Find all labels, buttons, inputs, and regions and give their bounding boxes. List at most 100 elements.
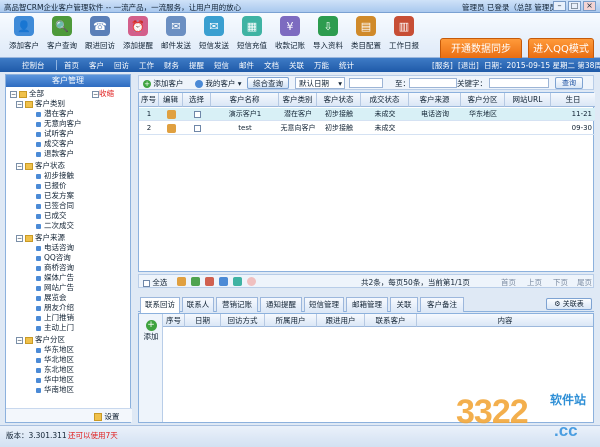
tree-group-source[interactable]: − 客户来源 [16, 233, 65, 243]
tab-sms[interactable]: 短信管理 [304, 297, 344, 312]
toolbar-recharge-button[interactable]: ▦ 短信充值 [232, 16, 272, 56]
search-button[interactable]: 查询 [555, 77, 583, 89]
table-row[interactable]: 2 test 无意向客户 初步接触 未成交 09-30 [139, 122, 595, 135]
tree-item[interactable]: 网站广告 [36, 283, 74, 293]
tree-item[interactable]: 华东地区 [36, 345, 74, 355]
tree-item[interactable]: 华南地区 [36, 385, 74, 395]
toolbar-mail-button[interactable]: ✉ 邮件发送 [156, 16, 196, 56]
nav-finance[interactable]: 财务 [164, 60, 179, 71]
select-all-checkbox[interactable]: 全选 [143, 277, 167, 288]
toolbar-daily-report-button[interactable]: ▥ 工作日报 [384, 16, 424, 56]
service-link[interactable]: [服务] [432, 60, 453, 71]
nav-customer[interactable]: 客户 [89, 60, 104, 71]
tree-group-region[interactable]: − 客户分区 [16, 335, 65, 345]
nav-link[interactable]: 关联 [289, 60, 304, 71]
row-checkbox[interactable] [183, 122, 211, 135]
sync-data-button[interactable]: 开通数据同步 [440, 38, 522, 60]
date-from-input[interactable] [349, 78, 383, 88]
tree-item[interactable]: 成交客户 [36, 139, 74, 149]
collapse-toggle-icon[interactable]: − [10, 90, 17, 98]
close-button[interactable]: × [583, 1, 596, 11]
column-header[interactable]: 回访方式 [221, 314, 265, 327]
column-header[interactable]: 编辑 [159, 93, 183, 107]
tree-item[interactable]: 朋友介绍 [36, 303, 74, 313]
tree-item[interactable]: 试听客户 [36, 129, 74, 139]
nav-stats[interactable]: 统计 [339, 60, 354, 71]
column-header[interactable]: 日期 [185, 314, 221, 327]
settings-button[interactable]: 设置 [94, 411, 119, 422]
column-header[interactable]: 网站URL [505, 93, 551, 107]
row-checkbox[interactable] [183, 108, 211, 121]
my-customers-dropdown[interactable]: 我的客户 ▾ [195, 78, 242, 89]
tree-item[interactable]: 已报价 [36, 181, 67, 191]
batch-mail-icon[interactable] [219, 277, 228, 286]
favorite-icon[interactable] [247, 277, 256, 286]
last-page-link[interactable]: 尾页 [577, 277, 592, 288]
collapse-toggle-icon[interactable]: − [16, 336, 23, 344]
date-to-input[interactable] [409, 78, 457, 88]
tab-link[interactable]: 关联 [390, 297, 418, 312]
edit-icon[interactable] [159, 122, 183, 135]
toolbar-payment-button[interactable]: ¥ 收款记账 [270, 16, 310, 56]
edit-icon[interactable] [159, 108, 183, 121]
tree-item[interactable]: 已签合同 [36, 201, 74, 211]
column-header[interactable]: 联系客户 [365, 314, 417, 327]
tree-item[interactable]: 已发方案 [36, 191, 74, 201]
tree-item[interactable]: 电话咨询 [36, 243, 74, 253]
nav-console[interactable]: 控制台 [22, 60, 45, 71]
prev-page-link[interactable]: 上页 [527, 277, 542, 288]
first-page-link[interactable]: 首页 [501, 277, 516, 288]
collapse-toggle-icon[interactable]: − [16, 162, 23, 170]
batch-delete-icon[interactable] [205, 277, 214, 286]
batch-transfer-icon[interactable] [191, 277, 200, 286]
collapse-button[interactable]: −收缩 [92, 89, 114, 99]
tree-item[interactable]: 二次成交 [36, 221, 74, 231]
tab-remark[interactable]: 客户备注 [420, 297, 464, 312]
tree-item[interactable]: 上门推销 [36, 313, 74, 323]
tree-item[interactable]: QQ咨询 [36, 253, 71, 263]
tree-item[interactable]: 华北地区 [36, 355, 74, 365]
toolbar-customer-search-button[interactable]: 🔍 客户查询 [42, 16, 82, 56]
tree-item[interactable]: 媒体广告 [36, 273, 74, 283]
tree-item[interactable]: 潜在客户 [36, 109, 74, 119]
tab-contact-followup[interactable]: 联系回访 [140, 297, 180, 313]
tree-item[interactable]: 东北地区 [36, 365, 74, 375]
nav-docs[interactable]: 文档 [264, 60, 279, 71]
tree-item[interactable]: 展览会 [36, 293, 67, 303]
collapse-toggle-icon[interactable]: − [16, 234, 23, 242]
batch-sms-icon[interactable] [233, 277, 242, 286]
nav-work[interactable]: 工作 [139, 60, 154, 71]
tree-item[interactable]: 初步接触 [36, 171, 74, 181]
nav-universal[interactable]: 万能 [314, 60, 329, 71]
toolbar-sms-button[interactable]: ✉ 短信发送 [194, 16, 234, 56]
maximize-button[interactable]: □ [568, 1, 581, 11]
logout-link[interactable]: [退出] [458, 60, 479, 71]
column-header[interactable]: 客户分区 [461, 93, 505, 107]
add-customer-link[interactable]: + 添加客户 [143, 78, 183, 89]
add-followup-button[interactable]: + 添加 [141, 320, 161, 342]
column-header[interactable]: 客户名称 [211, 93, 279, 107]
tab-mailbox[interactable]: 邮箱管理 [346, 297, 388, 312]
tab-marketing[interactable]: 营销记账 [216, 297, 258, 312]
tab-contacts[interactable]: 联系人 [182, 297, 214, 312]
tree-item[interactable]: 已成交 [36, 211, 67, 221]
column-header[interactable]: 客户状态 [317, 93, 361, 107]
column-header[interactable]: 序号 [139, 93, 159, 107]
minimize-button[interactable]: – [553, 1, 566, 11]
column-header[interactable]: 成交状态 [361, 93, 409, 107]
table-row[interactable]: 1 演示客户1 潜在客户 初步接触 未成交 电话咨询 华东地区 11-21 [139, 108, 595, 121]
column-header[interactable]: 序号 [163, 314, 185, 327]
tree-item[interactable]: 商桥咨询 [36, 263, 74, 273]
toolbar-category-config-button[interactable]: ▤ 类目配置 [346, 16, 386, 56]
column-header[interactable]: 客户来源 [409, 93, 461, 107]
tree-root[interactable]: − 全部 [10, 89, 44, 99]
collapse-toggle-icon[interactable]: − [16, 100, 23, 108]
next-page-link[interactable]: 下页 [553, 277, 568, 288]
column-header[interactable]: 生日 [551, 93, 595, 107]
qq-mode-button[interactable]: 进入QQ模式 [528, 38, 594, 60]
column-header[interactable]: 跟进用户 [317, 314, 365, 327]
batch-edit-icon[interactable] [177, 277, 186, 286]
nav-home[interactable]: 首页 [64, 60, 79, 71]
nav-reminder[interactable]: 提醒 [189, 60, 204, 71]
tab-notify[interactable]: 通知提醒 [260, 297, 302, 312]
